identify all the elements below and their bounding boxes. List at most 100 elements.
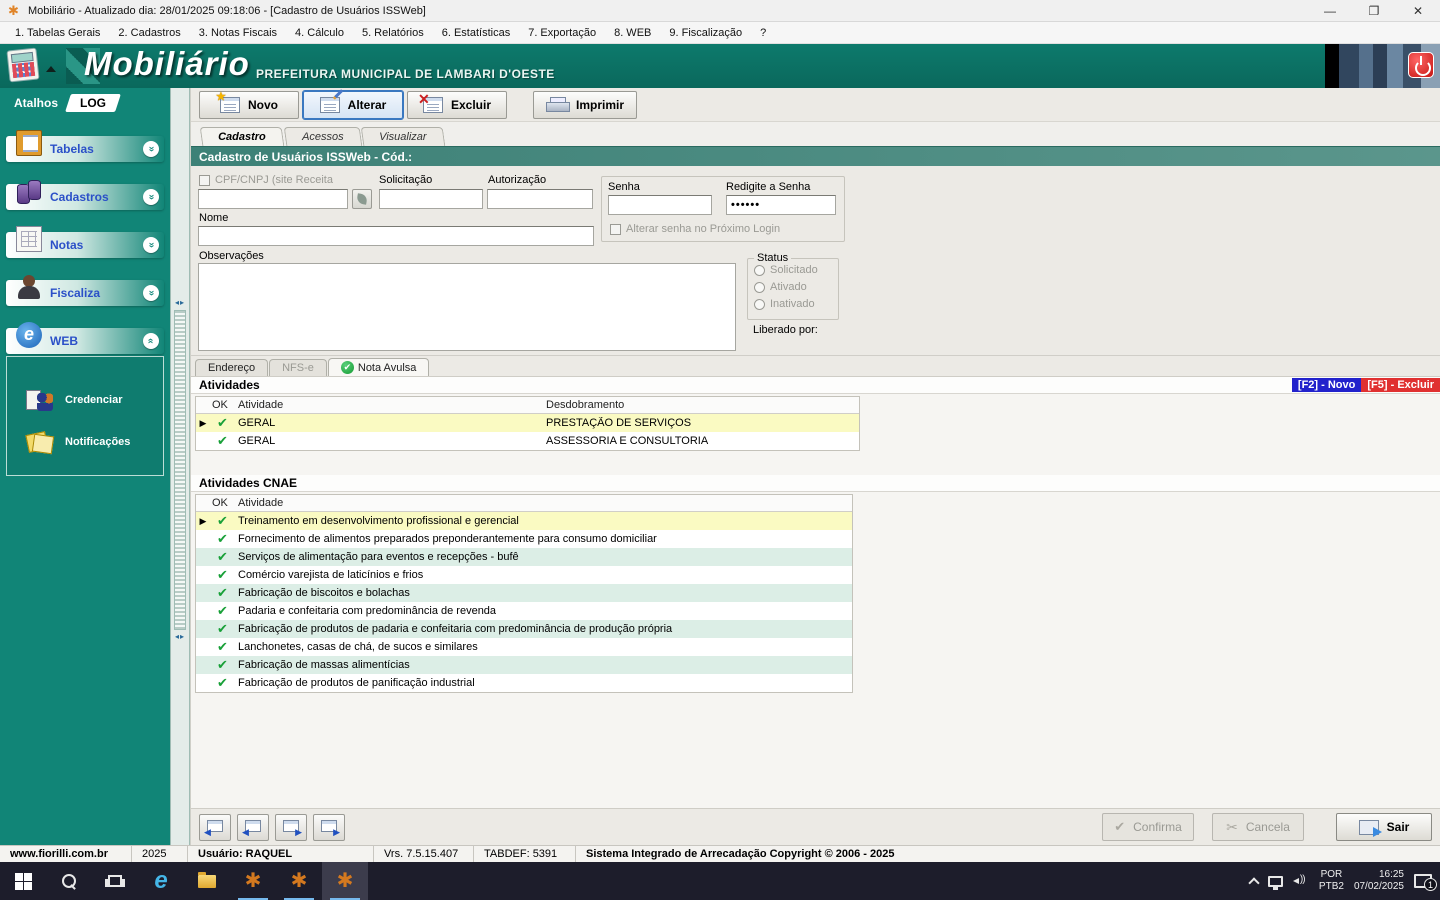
sidebar-item-cadastros[interactable]: Cadastros » xyxy=(6,180,164,210)
sidebar-splitter[interactable]: ◂▸ ◂▸ xyxy=(170,88,190,845)
excluir-button[interactable]: ✕ Excluir xyxy=(407,90,507,119)
table-row[interactable]: ▶ ✔ Fabricação de massas alimentícias xyxy=(196,656,852,674)
autorizacao-input[interactable] xyxy=(487,189,593,209)
tray-chevron-icon[interactable] xyxy=(1248,876,1260,889)
menu-item[interactable]: 1. Tabelas Gerais xyxy=(6,24,109,42)
menu-item[interactable]: 2. Cadastros xyxy=(109,24,189,42)
table-row[interactable]: ▶ ✔ Fabricação de biscoitos e bolachas xyxy=(196,584,852,602)
close-icon[interactable]: ✕ xyxy=(1396,0,1440,22)
table-row[interactable]: ▶ ✔ GERAL ASSESSORIA E CONSULTORIA xyxy=(196,432,859,450)
atividade-cell: Fabricação de biscoitos e bolachas xyxy=(238,587,410,599)
first-record-button[interactable]: ◀ xyxy=(199,813,231,841)
prior-record-button[interactable]: ◀ xyxy=(237,813,269,841)
splitter-arrows-icon[interactable]: ◂▸ xyxy=(172,632,188,641)
menu-item[interactable]: 6. Estatísticas xyxy=(433,24,519,42)
check-icon: ✔ xyxy=(217,640,228,654)
table-row[interactable]: ▶ ✔ Fabricação de produtos de padaria e … xyxy=(196,620,852,638)
log-tab[interactable]: LOG xyxy=(65,94,121,112)
sidebar-item-notificacoes[interactable]: Notificações xyxy=(25,429,163,455)
radio-solicitado[interactable]: Solicitado xyxy=(754,264,838,276)
fiorilli-icon: ✱ xyxy=(244,870,262,892)
internet-explorer-button[interactable]: e xyxy=(138,862,184,900)
minimize-icon[interactable]: — xyxy=(1308,0,1352,22)
cancela-button[interactable]: ✂ Cancela xyxy=(1212,813,1304,841)
radio-ativado[interactable]: Ativado xyxy=(754,281,838,293)
table-row[interactable]: ▶ ✔ Fornecimento de alimentos preparados… xyxy=(196,530,852,548)
last-record-button[interactable]: ▶ xyxy=(313,813,345,841)
alterar-senha-checkbox[interactable]: Alterar senha no Próximo Login xyxy=(610,223,780,235)
confirma-button[interactable]: ✔ Confirma xyxy=(1102,813,1194,841)
tab-acessos[interactable]: Acessos xyxy=(283,127,362,146)
cpf-checkbox[interactable]: CPF/CNPJ (site Receita xyxy=(199,174,333,186)
fiorilli-app-button-active[interactable]: ✱ xyxy=(322,862,368,900)
receita-lookup-button[interactable] xyxy=(352,189,372,209)
table-row[interactable]: ▶ ✔ Comércio varejista de laticínios e f… xyxy=(196,566,852,584)
menu-item[interactable]: 7. Exportação xyxy=(519,24,605,42)
search-icon xyxy=(62,874,76,888)
table-row[interactable]: ▶ ✔ Fabricação de produtos de panificaçã… xyxy=(196,674,852,692)
sidebar-item-web[interactable]: e WEB » xyxy=(6,322,164,354)
chevron-down-icon[interactable]: » xyxy=(143,141,159,157)
clock[interactable]: 16:25 07/02/2025 xyxy=(1354,869,1404,893)
chevron-down-icon[interactable]: » xyxy=(143,189,159,205)
imprimir-button[interactable]: Imprimir xyxy=(533,90,638,119)
version-label: Vrs. 7.5.15.407 xyxy=(374,846,474,862)
solicitacao-input[interactable] xyxy=(379,189,483,209)
splitter-arrows-icon[interactable]: ◂▸ xyxy=(172,298,188,307)
menu-bar: 1. Tabelas Gerais 2. Cadastros 3. Notas Fi… xyxy=(0,22,1440,44)
file-explorer-button[interactable] xyxy=(184,862,230,900)
radio-inativado[interactable]: Inativado xyxy=(754,298,838,310)
observacoes-label: Observações xyxy=(199,250,264,262)
redigite-input[interactable] xyxy=(726,195,836,215)
tab-nfse[interactable]: NFS-e xyxy=(269,359,327,376)
menu-item[interactable]: 3. Notas Fiscais xyxy=(190,24,286,42)
f2-novo-hotkey[interactable]: [F2] - Novo xyxy=(1291,378,1362,392)
next-record-button[interactable]: ▶ xyxy=(275,813,307,841)
table-row[interactable]: ▶ ✔ GERAL PRESTAÇÃO DE SERVIÇOS xyxy=(196,414,859,432)
sidebar-item-tabelas[interactable]: Tabelas » xyxy=(6,130,164,162)
site-link[interactable]: www.fiorilli.com.br xyxy=(0,846,132,862)
senha-input[interactable] xyxy=(608,195,712,215)
tab-visualizar[interactable]: Visualizar xyxy=(360,127,446,146)
nome-input[interactable] xyxy=(198,226,594,246)
network-icon[interactable] xyxy=(1267,875,1283,890)
table-row[interactable]: ▶ ✔ Treinamento em desenvolvimento profi… xyxy=(196,512,852,530)
menu-item[interactable]: 5. Relatórios xyxy=(353,24,433,42)
speaker-icon[interactable] xyxy=(1292,874,1309,887)
chevron-up-icon[interactable]: » xyxy=(143,333,159,349)
tab-cadastro[interactable]: Cadastro xyxy=(199,127,285,146)
check-icon: ✔ xyxy=(217,532,228,546)
f5-excluir-hotkey[interactable]: [F5] - Excluir xyxy=(1361,378,1440,392)
tab-endereco[interactable]: Endereço xyxy=(195,359,269,376)
chevron-down-icon[interactable]: » xyxy=(143,285,159,301)
alterar-button[interactable]: Alterar xyxy=(302,88,404,120)
menu-item[interactable]: 4. Cálculo xyxy=(286,24,353,42)
observacoes-textarea[interactable] xyxy=(198,263,736,351)
fiorilli-app-button[interactable]: ✱ xyxy=(276,862,322,900)
power-icon[interactable] xyxy=(1408,52,1434,78)
task-view-button[interactable] xyxy=(92,862,138,900)
start-button[interactable] xyxy=(0,862,46,900)
notifications-tray-icon[interactable]: 1 xyxy=(1414,874,1437,891)
menu-item[interactable]: 9. Fiscalização xyxy=(660,24,751,42)
sidebar-item-fiscaliza[interactable]: Fiscaliza » xyxy=(6,275,164,306)
menu-item[interactable]: ? xyxy=(751,24,775,42)
cpf-input[interactable] xyxy=(198,189,348,209)
language-indicator[interactable]: POR PTB2 xyxy=(1319,869,1344,893)
fiorilli-app-button[interactable]: ✱ xyxy=(230,862,276,900)
tab-nota-avulsa[interactable]: ✔ Nota Avulsa xyxy=(327,358,430,376)
novo-button[interactable]: ★ Novo xyxy=(199,90,299,119)
splitter-grip[interactable] xyxy=(174,310,186,630)
restore-icon[interactable]: ❐ xyxy=(1352,0,1396,22)
chevron-down-icon[interactable]: » xyxy=(143,237,159,253)
table-row[interactable]: ▶ ✔ Padaria e confeitaria com predominân… xyxy=(196,602,852,620)
notification-badge: 1 xyxy=(1424,878,1437,891)
sidebar-item-notas[interactable]: Notas » xyxy=(6,226,164,258)
windows-icon xyxy=(14,872,32,890)
table-row[interactable]: ▶ ✔ Lanchonetes, casas de chá, de sucos … xyxy=(196,638,852,656)
table-row[interactable]: ▶ ✔ Serviços de alimentação para eventos… xyxy=(196,548,852,566)
sidebar-item-credenciar[interactable]: Credenciar xyxy=(25,387,163,413)
menu-item[interactable]: 8. WEB xyxy=(605,24,660,42)
search-button[interactable] xyxy=(46,862,92,900)
sair-button[interactable]: Sair xyxy=(1336,813,1432,841)
